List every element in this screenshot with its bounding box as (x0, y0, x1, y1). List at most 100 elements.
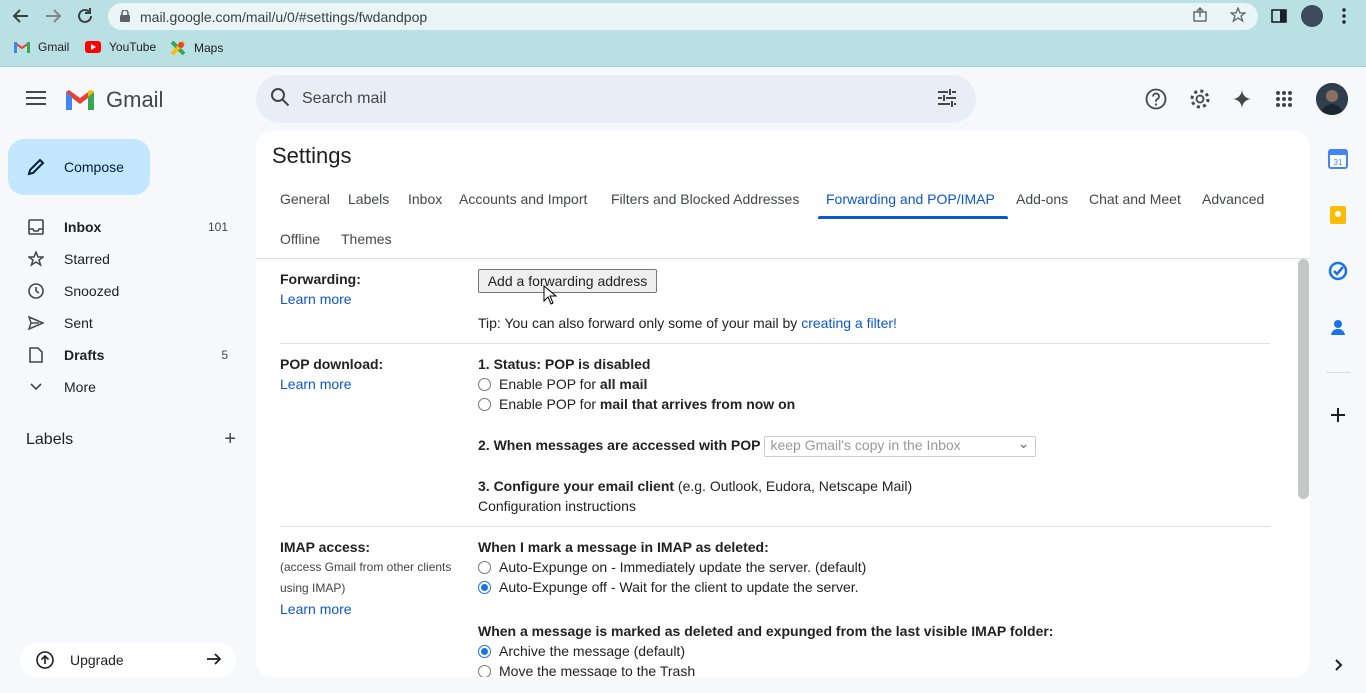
apps-grid-icon[interactable] (1271, 86, 1297, 112)
settings-gear-icon[interactable] (1187, 86, 1213, 112)
sidebar-item-inbox[interactable]: Inbox 101 (0, 211, 240, 243)
bookmark-star-icon[interactable] (1229, 6, 1247, 26)
option-bold-text: all mail (599, 376, 648, 392)
tab-advanced[interactable]: Advanced (1202, 191, 1264, 207)
share-icon[interactable] (1192, 7, 1208, 26)
tab-accounts-import[interactable]: Accounts and Import (459, 191, 587, 207)
imap-subtitle-1: (access Gmail from other clients (280, 560, 452, 574)
browser-profile-avatar[interactable] (1301, 5, 1323, 27)
tip-text: Tip: You can also forward only some of y… (478, 315, 802, 331)
step2-label: 2. When messages are accessed with POP (478, 437, 761, 454)
star-icon (26, 251, 46, 267)
imap-autoexpunge-off[interactable]: Auto-Expunge off - Wait for the client t… (478, 579, 859, 595)
sidebar-item-starred[interactable]: Starred (0, 243, 240, 275)
app-name: Gmail (106, 87, 164, 112)
creating-filter-link[interactable]: creating a filter! (801, 315, 897, 331)
side-panel-icon[interactable] (1268, 5, 1290, 27)
settings-content: Forwarding: Learn more Add a forwarding … (256, 259, 1296, 677)
calendar-icon[interactable]: 31 (1328, 149, 1348, 169)
radio-button-selected[interactable] (478, 581, 491, 594)
labels-section-header: Labels + (26, 429, 236, 449)
section-divider (280, 526, 1270, 527)
keep-icon[interactable] (1328, 205, 1348, 225)
add-forwarding-address-button[interactable]: Add a forwarding address (478, 269, 657, 293)
chevron-down-icon (26, 383, 46, 391)
forwarding-learn-more-link[interactable]: Learn more (280, 291, 352, 307)
draft-icon (26, 347, 46, 363)
gemini-sparkle-icon[interactable] (1229, 86, 1255, 112)
lock-icon (120, 8, 130, 25)
option-text: Enable POP for (499, 376, 600, 392)
tab-forwarding-pop-imap[interactable]: Forwarding and POP/IMAP (826, 191, 995, 207)
sidebar-item-snoozed[interactable]: Snoozed (0, 275, 240, 307)
add-label-icon[interactable]: + (224, 429, 236, 449)
forward-icon[interactable] (42, 5, 64, 27)
search-input[interactable]: Search mail (302, 90, 386, 108)
search-options-icon[interactable] (936, 87, 958, 114)
search-bar[interactable]: Search mail (256, 75, 976, 123)
back-icon[interactable] (10, 5, 32, 27)
option-text: Enable POP for (499, 396, 600, 412)
radio-button[interactable] (478, 665, 491, 677)
imap-autoexpunge-on[interactable]: Auto-Expunge on - Immediately update the… (478, 559, 866, 575)
compose-label: Compose (64, 159, 124, 175)
sidebar-item-sent[interactable]: Sent (0, 307, 240, 339)
browser-menu-icon[interactable] (1333, 5, 1355, 27)
pop-option-from-now-on[interactable]: Enable POP for mail that arrives from no… (478, 396, 795, 412)
upgrade-button[interactable]: Upgrade (20, 643, 236, 677)
bookmark-label: Gmail (38, 40, 70, 54)
reload-icon[interactable] (74, 5, 96, 27)
gmail-logo[interactable]: Gmail (64, 87, 163, 113)
sidebar-item-drafts[interactable]: Drafts 5 (0, 339, 240, 371)
add-addon-icon[interactable] (1328, 405, 1348, 425)
contacts-icon[interactable] (1328, 317, 1348, 337)
clock-icon (26, 283, 46, 299)
radio-button[interactable] (478, 378, 491, 391)
configuration-instructions-link[interactable]: Configuration instructions (478, 498, 636, 514)
tab-addons[interactable]: Add-ons (1016, 191, 1068, 207)
send-icon (26, 316, 46, 330)
gmail-icon (14, 42, 30, 53)
option-text: Archive the message (default) (499, 643, 685, 659)
tab-offline[interactable]: Offline (280, 231, 320, 247)
upgrade-icon (36, 651, 54, 669)
search-icon[interactable] (270, 87, 290, 112)
imap-learn-more-link[interactable]: Learn more (280, 601, 352, 617)
youtube-icon (85, 41, 101, 53)
option-text: Auto-Expunge on - Immediately update the… (499, 559, 867, 575)
compose-button[interactable]: Compose (8, 139, 150, 195)
chevron-right-icon[interactable] (1328, 655, 1348, 675)
tab-filters[interactable]: Filters and Blocked Addresses (611, 191, 799, 207)
bookmark-youtube[interactable]: YouTube (85, 40, 156, 54)
pop-learn-more-link[interactable]: Learn more (280, 376, 352, 392)
main-menu-icon[interactable] (26, 91, 46, 110)
step3-detail: (e.g. Outlook, Eudora, Netscape Mail) (674, 478, 913, 494)
bookmark-maps[interactable]: Maps (170, 40, 223, 56)
sidebar-item-more[interactable]: More (0, 371, 240, 403)
tab-general[interactable]: General (280, 191, 330, 207)
scrollbar-thumb[interactable] (1298, 259, 1309, 499)
maps-icon (170, 40, 186, 56)
page-title: Settings (272, 143, 352, 168)
option-bold-text: mail that arrives from now on (599, 396, 796, 412)
imap-expunged-heading: When a message is marked as deleted and … (478, 623, 1054, 639)
radio-button[interactable] (478, 561, 491, 574)
imap-deleted-heading: When I mark a message in IMAP as deleted… (478, 539, 769, 555)
imap-trash-option[interactable]: Move the message to the Trash (478, 663, 695, 677)
help-icon[interactable] (1143, 86, 1169, 112)
tab-labels[interactable]: Labels (348, 191, 389, 207)
tasks-icon[interactable] (1328, 261, 1348, 281)
inbox-icon (26, 219, 46, 235)
pop-access-select[interactable]: keep Gmail's copy in the Inbox (764, 435, 1037, 457)
bookmark-label: Maps (194, 41, 224, 55)
account-avatar[interactable] (1316, 83, 1348, 115)
tab-inbox[interactable]: Inbox (408, 191, 442, 207)
radio-button[interactable] (478, 398, 491, 411)
tab-themes[interactable]: Themes (341, 231, 392, 247)
radio-button-selected[interactable] (478, 645, 491, 658)
bookmark-gmail[interactable]: Gmail (14, 40, 69, 54)
imap-archive-option[interactable]: Archive the message (default) (478, 643, 685, 659)
pop-option-all-mail[interactable]: Enable POP for all mail (478, 376, 647, 392)
tab-chat-meet[interactable]: Chat and Meet (1089, 191, 1181, 207)
address-bar[interactable]: mail.google.com/mail/u/0/#settings/fwdan… (108, 3, 1258, 30)
